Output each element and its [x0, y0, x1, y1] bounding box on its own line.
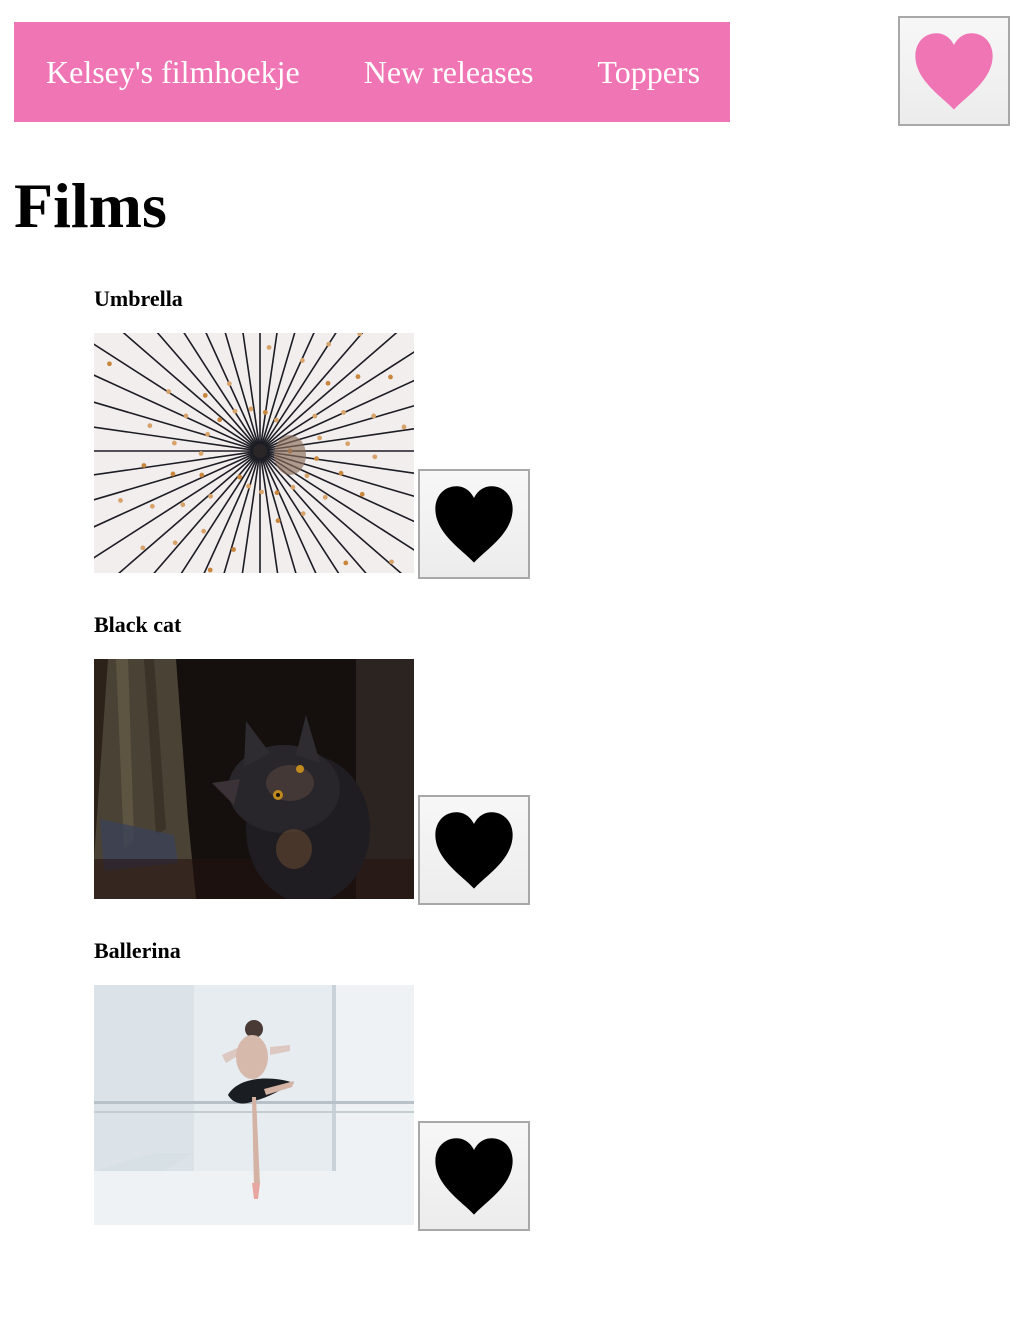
favorites-button[interactable]	[898, 16, 1010, 126]
film-title: Umbrella	[94, 286, 183, 311]
ballerina-photo	[94, 985, 414, 1225]
heart-icon	[435, 1138, 513, 1215]
favorite-button[interactable]	[418, 795, 530, 905]
nav-link-toppers[interactable]: Toppers	[597, 56, 700, 88]
nav-link-new-releases[interactable]: New releases	[364, 56, 534, 88]
film-title: Black cat	[94, 612, 182, 637]
film-title: Ballerina	[94, 938, 181, 963]
nav-link-home[interactable]: Kelsey's filmhoekje	[46, 56, 300, 88]
film-item-black-cat: Black cat	[94, 612, 534, 912]
heart-icon	[435, 486, 513, 563]
black-cat-photo	[94, 659, 414, 899]
heart-icon	[915, 33, 993, 110]
umbrella-photo	[94, 333, 414, 573]
film-item-ballerina: Ballerina	[94, 938, 534, 1238]
page-title: Films	[14, 170, 167, 241]
heart-icon	[435, 812, 513, 889]
top-navigation: Kelsey's filmhoekje New releases Toppers	[14, 22, 730, 122]
film-item-umbrella: Umbrella	[94, 286, 534, 586]
page: Kelsey's filmhoekje New releases Toppers…	[0, 0, 1024, 1320]
favorite-button[interactable]	[418, 469, 530, 579]
favorite-button[interactable]	[418, 1121, 530, 1231]
